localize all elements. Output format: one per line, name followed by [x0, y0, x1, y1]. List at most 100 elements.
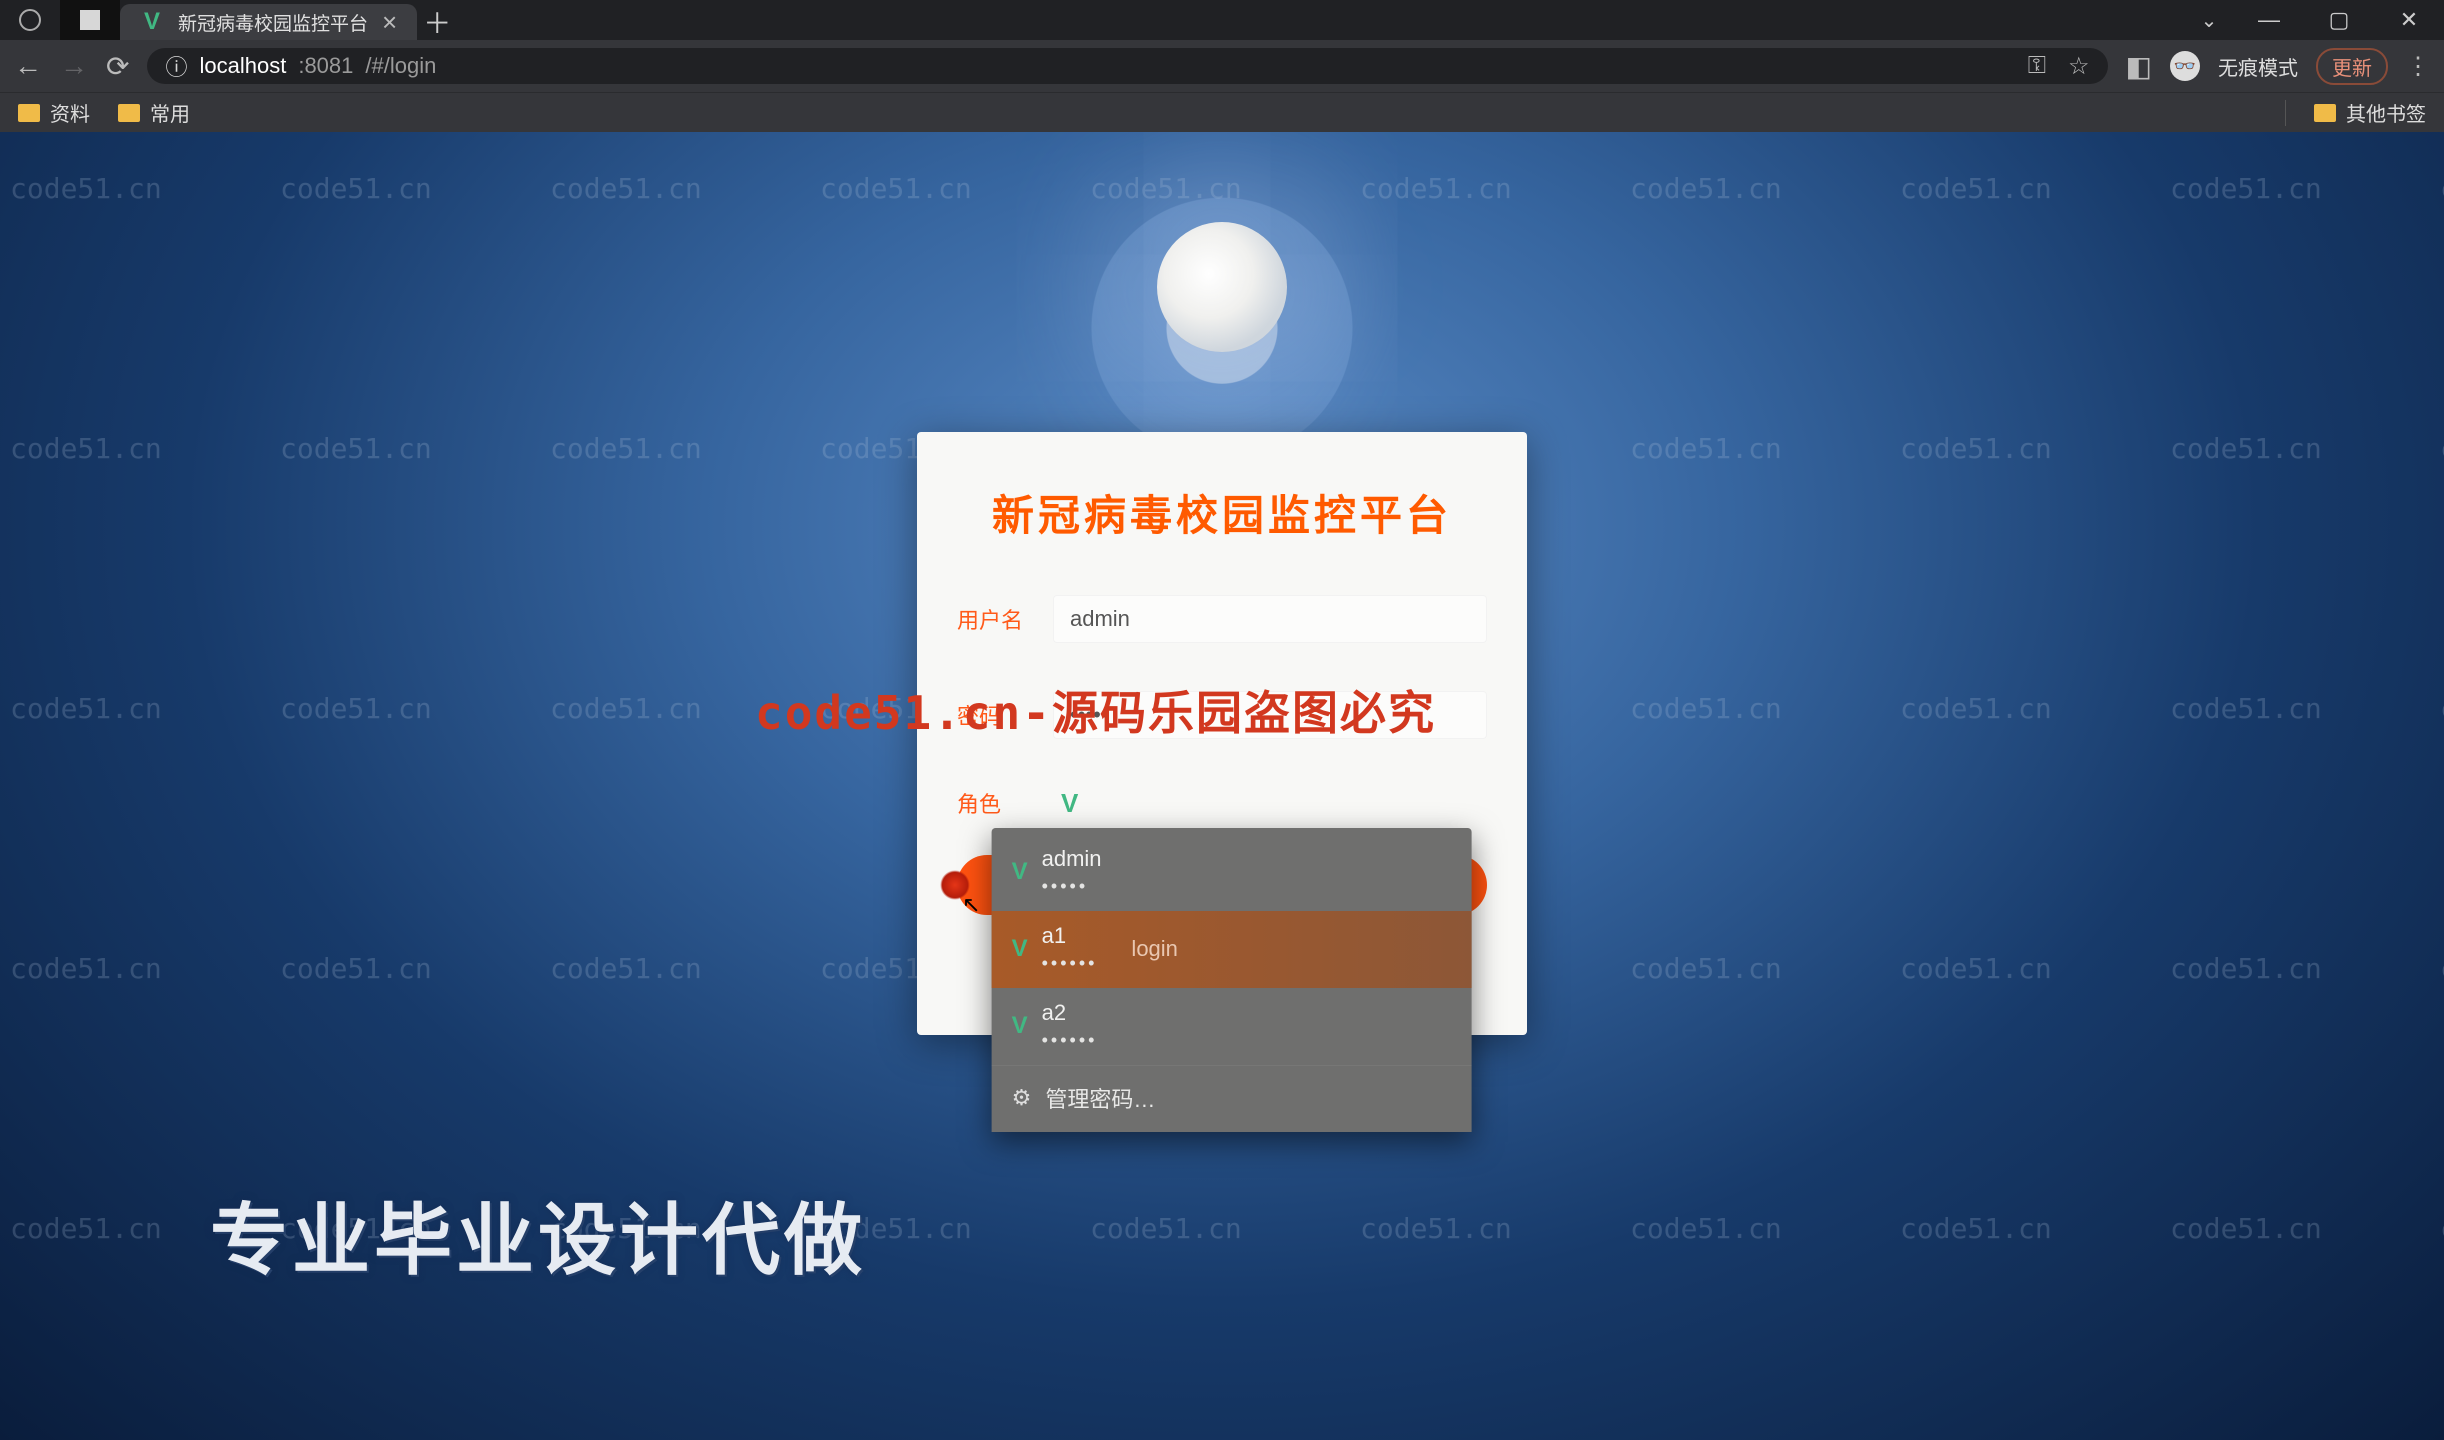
- watermark-text: code51.cn: [10, 172, 162, 205]
- folder-icon: [2314, 104, 2336, 122]
- watermark-text: code51.cn: [1630, 432, 1782, 465]
- role-row: 角色 V: [957, 787, 1487, 819]
- watermark-text: code51.cn: [280, 432, 432, 465]
- watermark-text: code51.cn: [1900, 692, 2052, 725]
- tab-close-icon[interactable]: ×: [382, 9, 397, 35]
- watermark-text: code51.cn: [1630, 172, 1782, 205]
- watermark-text: code51.cn: [2440, 432, 2444, 465]
- bookmark-folder-2[interactable]: 常用: [118, 98, 190, 127]
- username-input-box[interactable]: [1053, 595, 1487, 643]
- watermark-text: code51.cn: [2170, 692, 2322, 725]
- bookmark-label: 其他书签: [2346, 98, 2426, 127]
- bookmark-folder-1[interactable]: 资料: [18, 98, 90, 127]
- autofill-user: a1: [1042, 923, 1098, 949]
- tab-search-dropdown-icon[interactable]: ⌄: [2184, 0, 2234, 40]
- username-label: 用户名: [957, 603, 1053, 635]
- system-tab-1[interactable]: [0, 0, 60, 40]
- watermark-text: code51.cn: [1900, 432, 2052, 465]
- site-info-icon[interactable]: ⓘ: [165, 50, 187, 82]
- nav-reload-icon[interactable]: ⟳: [106, 50, 129, 83]
- bookmark-star-icon[interactable]: ☆: [2068, 52, 2090, 81]
- new-tab-button[interactable]: ＋: [417, 4, 457, 40]
- folder-icon: [18, 104, 40, 122]
- incognito-label: 无痕模式: [2218, 52, 2298, 81]
- tab-title: 新冠病毒校园监控平台: [178, 9, 368, 36]
- watermark-text: code51.cn: [1630, 952, 1782, 985]
- system-tab-2[interactable]: [60, 0, 120, 40]
- side-panel-icon[interactable]: ◧: [2126, 50, 2152, 83]
- bookmarks-separator: [2285, 100, 2286, 126]
- nav-forward-icon[interactable]: →: [60, 50, 88, 82]
- url-path: /#/login: [365, 53, 436, 79]
- watermark-text: code51.cn: [1090, 1212, 1242, 1245]
- watermark-text: code51.cn: [2170, 172, 2322, 205]
- watermark-text: code51.cn: [820, 1212, 972, 1245]
- watermark-text: code51.cn: [1900, 172, 2052, 205]
- watermark-text: code51.cn: [2440, 692, 2444, 725]
- browser-menu-icon[interactable]: ⋮: [2406, 52, 2430, 81]
- password-label: 密码: [957, 699, 1053, 731]
- update-button[interactable]: 更新: [2316, 48, 2388, 85]
- autofill-manage-passwords[interactable]: ⚙ 管理密码…: [992, 1065, 1472, 1132]
- watermark-text: code51.cn: [280, 952, 432, 985]
- watermark-text: code51.cn: [550, 1212, 702, 1245]
- username-input[interactable]: [1070, 606, 1470, 632]
- autofill-pass: ••••••: [1042, 1030, 1098, 1051]
- window-maximize-button[interactable]: ▢: [2304, 0, 2374, 40]
- watermark-text: code51.cn: [550, 952, 702, 985]
- watermark-text: code51.cn: [1360, 172, 1512, 205]
- password-key-icon[interactable]: ⚿: [2028, 52, 2046, 80]
- password-input[interactable]: [1070, 702, 1470, 728]
- window-minimize-button[interactable]: ―: [2234, 0, 2304, 40]
- bookmarks-bar: 资料 常用 其他书签: [0, 92, 2444, 132]
- role-label: 角色: [957, 787, 1053, 819]
- vue-mark-icon: V: [1061, 788, 1078, 819]
- browser-toolbar: ← → ⟳ ⓘ localhost:8081/#/login ⚿ ☆ ◧ 👓 无…: [0, 40, 2444, 92]
- page-viewport: code51.cn code51.cn code51.cn code51.cn code…: [0, 132, 2444, 1440]
- bookmark-label: 常用: [150, 98, 190, 127]
- watermark-text: code51.cn: [550, 172, 702, 205]
- watermark-text: code51.cn: [550, 692, 702, 725]
- autofill-pass: •••••: [1042, 876, 1102, 897]
- watermark-text: code51.cn: [1630, 1212, 1782, 1245]
- watermark-text: code51.cn: [280, 172, 432, 205]
- bookmark-label: 资料: [50, 98, 90, 127]
- autofill-pass: ••••••: [1042, 953, 1098, 974]
- address-bar[interactable]: ⓘ localhost:8081/#/login ⚿ ☆: [147, 48, 2107, 84]
- password-row: 密码: [957, 691, 1487, 739]
- vue-favicon-icon: V: [1012, 858, 1028, 886]
- password-input-box[interactable]: [1053, 691, 1487, 739]
- incognito-icon[interactable]: 👓: [2170, 51, 2200, 81]
- circle-icon: [19, 9, 41, 31]
- password-autofill-dropdown: V admin ••••• V a1 •••••• login V a2 •••…: [992, 828, 1472, 1132]
- folder-icon: [118, 104, 140, 122]
- window-controls: ― ▢ ✕: [2234, 0, 2444, 40]
- watermark-text: code51.cn: [2170, 1212, 2322, 1245]
- gear-icon: ⚙: [1012, 1085, 1032, 1111]
- watermark-text: code51.cn: [1900, 1212, 2052, 1245]
- watermark-text: code51.cn: [10, 432, 162, 465]
- watermark-text: code51.cn: [550, 432, 702, 465]
- autofill-item-2[interactable]: V a2 ••••••: [992, 988, 1472, 1065]
- login-title: 新冠病毒校园监控平台: [957, 482, 1487, 543]
- nav-back-icon[interactable]: ←: [14, 50, 42, 82]
- watermark-text: code51.cn: [10, 692, 162, 725]
- vue-favicon-icon: V: [140, 10, 164, 34]
- moon-graphic: [1157, 222, 1287, 352]
- watermark-text: code51.cn: [280, 692, 432, 725]
- watermark-text: code51.cn: [2170, 432, 2322, 465]
- url-port: :8081: [298, 53, 353, 79]
- watermark-text: code51.cn: [2440, 1212, 2444, 1245]
- autofill-ghost: login: [1131, 936, 1177, 962]
- autofill-item-0[interactable]: V admin •••••: [992, 834, 1472, 911]
- autofill-user: a2: [1042, 1000, 1098, 1026]
- watermark-text: code51.cn: [10, 1212, 162, 1245]
- other-bookmarks-button[interactable]: 其他书签: [2314, 98, 2426, 127]
- watermark-text: code51.cn: [1360, 1212, 1512, 1245]
- watermark-text: code51.cn: [2170, 952, 2322, 985]
- watermark-text: code51.cn: [2440, 952, 2444, 985]
- window-close-button[interactable]: ✕: [2374, 0, 2444, 40]
- autofill-item-1[interactable]: V a1 •••••• login: [992, 911, 1472, 988]
- watermark-text: code51.cn: [1900, 952, 2052, 985]
- browser-tab-active[interactable]: V 新冠病毒校园监控平台 ×: [120, 4, 417, 40]
